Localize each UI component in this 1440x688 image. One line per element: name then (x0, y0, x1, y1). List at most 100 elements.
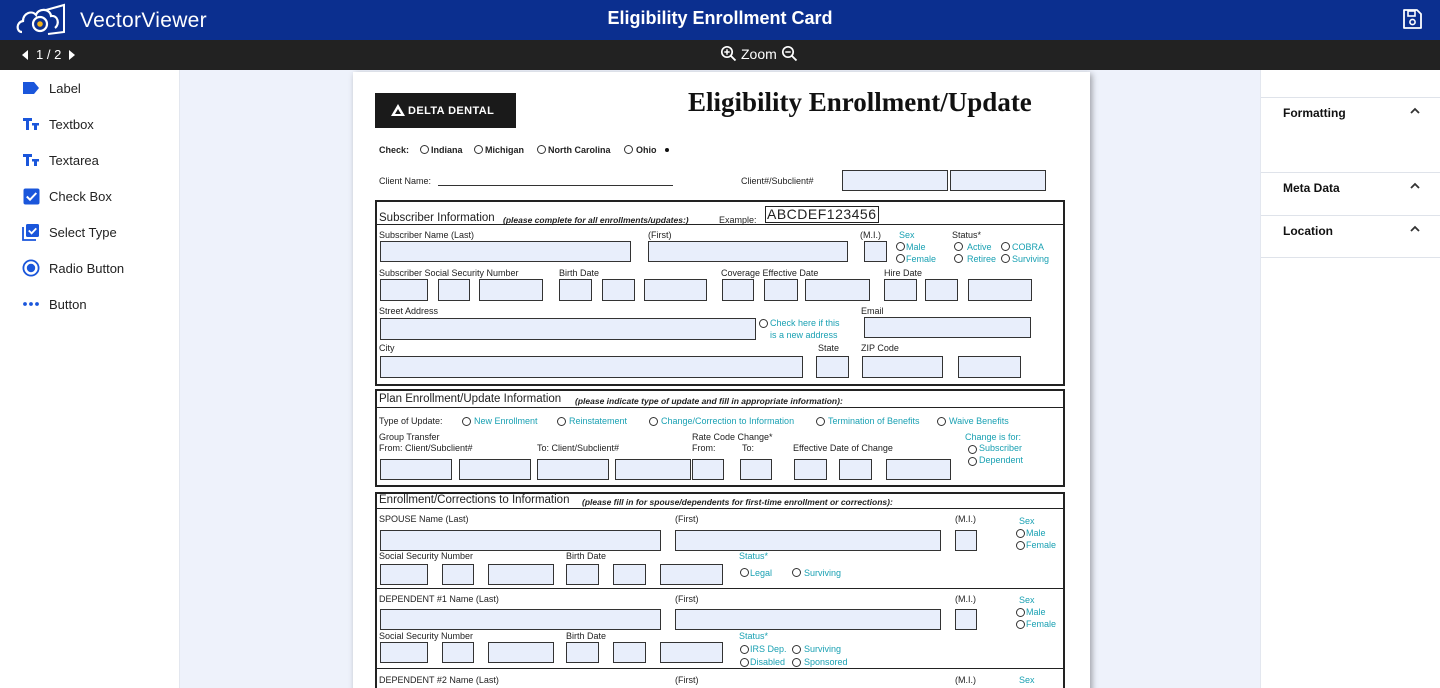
spouse-last-name-field[interactable] (380, 530, 661, 551)
effective-change-label: Effective Date of Change (793, 443, 893, 453)
spouse-birth-year-field[interactable] (660, 564, 723, 585)
update-type-radio[interactable] (816, 417, 825, 426)
next-page-icon[interactable] (69, 49, 76, 60)
to-subclient-field[interactable] (615, 459, 691, 480)
dependent1-surviving-radio[interactable] (792, 645, 801, 654)
update-type-radio[interactable] (649, 417, 658, 426)
ssn-field-2[interactable] (438, 279, 470, 301)
dependent1-ssn-field-2[interactable] (442, 642, 474, 663)
subscriber-last-name-field[interactable] (380, 241, 631, 262)
tool-button[interactable]: Button (22, 292, 87, 316)
ssn-field-1[interactable] (380, 279, 428, 301)
tool-label[interactable]: Label (22, 76, 81, 100)
zip-field-2[interactable] (958, 356, 1021, 378)
prev-page-icon[interactable] (22, 49, 28, 60)
birth-month-field[interactable] (559, 279, 592, 301)
state-radio[interactable] (537, 145, 546, 154)
subscriber-first-name-field[interactable] (648, 241, 848, 262)
client-number-field[interactable] (842, 170, 948, 191)
save-icon[interactable] (1400, 7, 1424, 31)
sex-male-radio[interactable] (896, 242, 905, 251)
dependent1-mi-field[interactable] (955, 609, 977, 630)
new-address-radio[interactable] (759, 319, 768, 328)
zoom-in-icon[interactable] (720, 45, 737, 62)
tool-select-type[interactable]: Select Type (22, 220, 117, 244)
update-type-radio[interactable] (937, 417, 946, 426)
spouse-female-radio[interactable] (1016, 541, 1025, 550)
rate-from-field[interactable] (692, 459, 724, 480)
dependent1-birth-year-field[interactable] (660, 642, 723, 663)
change-year-field[interactable] (886, 459, 951, 480)
dependent1-ssn-field-3[interactable] (488, 642, 554, 663)
spouse-ssn-field-3[interactable] (488, 564, 554, 585)
rate-to-field[interactable] (740, 459, 772, 480)
birth-year-field[interactable] (644, 279, 707, 301)
dependent1-ssn-label: Social Security Number (379, 631, 474, 641)
coverage-year-field[interactable] (805, 279, 870, 301)
street-address-field[interactable] (380, 318, 756, 340)
chevron-up-icon[interactable] (1409, 223, 1421, 235)
chevron-up-icon[interactable] (1409, 105, 1421, 117)
spouse-mi-field[interactable] (955, 530, 977, 551)
client-name-line[interactable] (438, 185, 673, 186)
spouse-ssn-field-2[interactable] (442, 564, 474, 585)
subscriber-mi-field[interactable] (864, 241, 887, 262)
status-active-radio[interactable] (954, 242, 963, 251)
state-radio[interactable] (624, 145, 633, 154)
dependent1-birth-month-field[interactable] (566, 642, 599, 663)
hire-day-field[interactable] (925, 279, 958, 301)
zip-field-1[interactable] (862, 356, 943, 378)
state-field[interactable] (816, 356, 849, 378)
ssn-field-3[interactable] (479, 279, 543, 301)
coverage-day-field[interactable] (764, 279, 798, 301)
tool-textbox[interactable]: Textbox (22, 112, 94, 136)
coverage-month-field[interactable] (722, 279, 754, 301)
status-surviving-radio[interactable] (1001, 254, 1010, 263)
tool-checkbox[interactable]: Check Box (22, 184, 112, 208)
dependent1-birth-day-field[interactable] (613, 642, 646, 663)
hire-month-field[interactable] (884, 279, 917, 301)
change-subscriber-radio[interactable] (968, 445, 977, 454)
dependent1-first-name-field[interactable] (675, 609, 941, 630)
sex-female-radio[interactable] (896, 254, 905, 263)
irs-dep-radio[interactable] (740, 645, 749, 654)
email-field[interactable] (864, 317, 1031, 338)
sponsored-radio[interactable] (792, 658, 801, 667)
tool-textarea[interactable]: Textarea (22, 148, 99, 172)
formatting-panel[interactable]: Formatting (1261, 97, 1440, 171)
location-panel[interactable]: Location (1261, 215, 1440, 258)
dependent1-last-name-field[interactable] (380, 609, 661, 630)
from-client-field[interactable] (380, 459, 452, 480)
tool-radio-button[interactable]: Radio Button (22, 256, 124, 280)
change-month-field[interactable] (794, 459, 827, 480)
dependent1-female-radio[interactable] (1016, 620, 1025, 629)
app-header: VectorViewer Eligibility Enrollment Card (0, 0, 1440, 40)
change-dependent-radio[interactable] (968, 457, 977, 466)
dependent1-ssn-field-1[interactable] (380, 642, 428, 663)
hire-year-field[interactable] (968, 279, 1032, 301)
birth-day-field[interactable] (602, 279, 635, 301)
state-radio[interactable] (474, 145, 483, 154)
status-cobra-radio[interactable] (1001, 242, 1010, 251)
city-field[interactable] (380, 356, 803, 378)
chevron-up-icon[interactable] (1409, 180, 1421, 192)
spouse-ssn-field-1[interactable] (380, 564, 428, 585)
spouse-birth-day-field[interactable] (613, 564, 646, 585)
from-subclient-field[interactable] (459, 459, 531, 480)
dependent1-male-radio[interactable] (1016, 608, 1025, 617)
to-client-field[interactable] (537, 459, 609, 480)
disabled-radio[interactable] (740, 658, 749, 667)
update-type-radio[interactable] (557, 417, 566, 426)
update-type-radio[interactable] (462, 417, 471, 426)
spouse-male-radio[interactable] (1016, 529, 1025, 538)
spouse-first-name-field[interactable] (675, 530, 941, 551)
state-radio[interactable] (420, 145, 429, 154)
status-retiree-radio[interactable] (954, 254, 963, 263)
subclient-number-field[interactable] (950, 170, 1046, 191)
spouse-legal-radio[interactable] (740, 568, 749, 577)
spouse-surviving-radio[interactable] (792, 568, 801, 577)
zoom-out-icon[interactable] (781, 45, 798, 62)
meta-data-panel[interactable]: Meta Data (1261, 172, 1440, 215)
change-day-field[interactable] (839, 459, 872, 480)
spouse-birth-month-field[interactable] (566, 564, 599, 585)
